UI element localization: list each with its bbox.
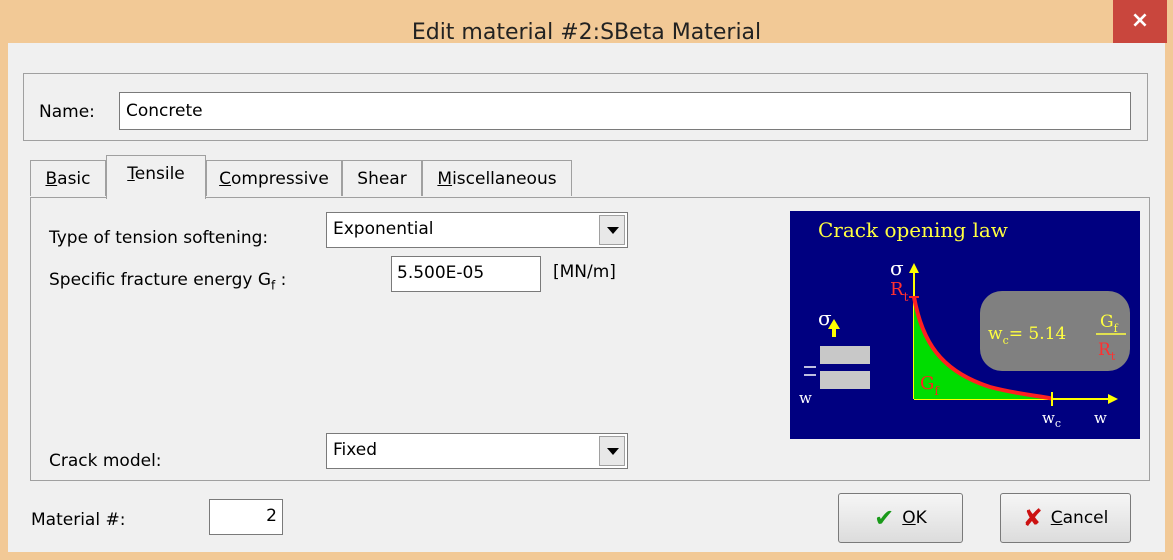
tab-label: ensile: [134, 164, 185, 184]
window-title: Edit material #2:SBeta Material: [411, 20, 762, 45]
diagram-svg: Crack opening law σ w σ Rt Gf wc w wc= 5…: [799, 218, 1130, 430]
name-label: Name:: [39, 102, 95, 122]
cross-icon: ✘: [1022, 504, 1043, 532]
tab-label: iscellaneous: [452, 169, 557, 189]
formula-lhs: wc= 5.14: [988, 324, 1066, 347]
tab-label: Shear: [357, 169, 407, 189]
tension-softening-select[interactable]: Exponential: [326, 212, 628, 248]
crack-model-label: Crack model:: [49, 451, 162, 471]
crack-model-select[interactable]: Fixed: [326, 433, 628, 469]
cancel-label: ancel: [1062, 508, 1109, 528]
window-frame-bottom: [0, 552, 1173, 560]
tab-mnemonic: T: [127, 164, 135, 184]
tab-mnemonic: B: [45, 169, 58, 189]
ok-label: K: [915, 508, 927, 528]
tab-tensile[interactable]: Tensile: [106, 155, 206, 199]
tension-softening-label: Type of tension softening:: [49, 228, 269, 248]
chevron-down-icon[interactable]: [599, 215, 625, 245]
cancel-mnemonic: C: [1050, 508, 1063, 528]
ok-mnemonic: O: [902, 508, 916, 528]
fracture-energy-unit: [MN/m]: [553, 262, 616, 282]
fracture-energy-input[interactable]: 5.500E-05: [391, 256, 541, 292]
diagram-title: Crack opening law: [818, 218, 1008, 242]
specimen-w: w: [799, 389, 812, 407]
fracture-energy-label-text: Specific fracture energy G: [49, 270, 272, 290]
tab-compressive[interactable]: Compressive: [206, 160, 342, 196]
fracture-energy-label: Specific fracture energy Gf :: [49, 270, 286, 292]
tab-mnemonic: C: [219, 169, 232, 189]
axis-w: w: [1094, 409, 1107, 427]
tab-basic[interactable]: Basic: [30, 160, 106, 196]
wc-label: wc: [1042, 409, 1061, 430]
material-number-input[interactable]: 2: [209, 499, 283, 535]
specimen-top: [820, 346, 870, 364]
window-frame-right: [1165, 80, 1173, 560]
chevron-down-icon[interactable]: [599, 436, 625, 466]
axis-sigma: σ: [890, 256, 904, 280]
window-frame-left: [0, 80, 8, 560]
checkmark-icon: ✔: [874, 504, 895, 532]
name-input[interactable]: [119, 92, 1131, 130]
close-icon: ×: [1130, 8, 1150, 33]
tab-label: ompressive: [231, 169, 329, 189]
cancel-button[interactable]: ✘ Cancel: [1000, 493, 1131, 543]
fracture-energy-label-colon: :: [275, 270, 287, 290]
crack-model-value: Fixed: [333, 440, 378, 460]
tab-miscellaneous[interactable]: Miscellaneous: [422, 160, 572, 196]
tab-label: asic: [57, 169, 91, 189]
rt-label: Rt: [890, 279, 909, 304]
crack-opening-law-diagram: Crack opening law σ w σ Rt Gf wc w wc= 5…: [790, 211, 1140, 439]
material-number-label: Material #:: [31, 510, 126, 530]
tension-softening-value: Exponential: [333, 219, 434, 239]
close-button[interactable]: ×: [1113, 0, 1167, 43]
tab-shear[interactable]: Shear: [342, 160, 422, 196]
tab-mnemonic: M: [437, 169, 453, 189]
ok-button[interactable]: ✔ OK: [838, 493, 963, 543]
specimen-bottom: [820, 371, 870, 389]
